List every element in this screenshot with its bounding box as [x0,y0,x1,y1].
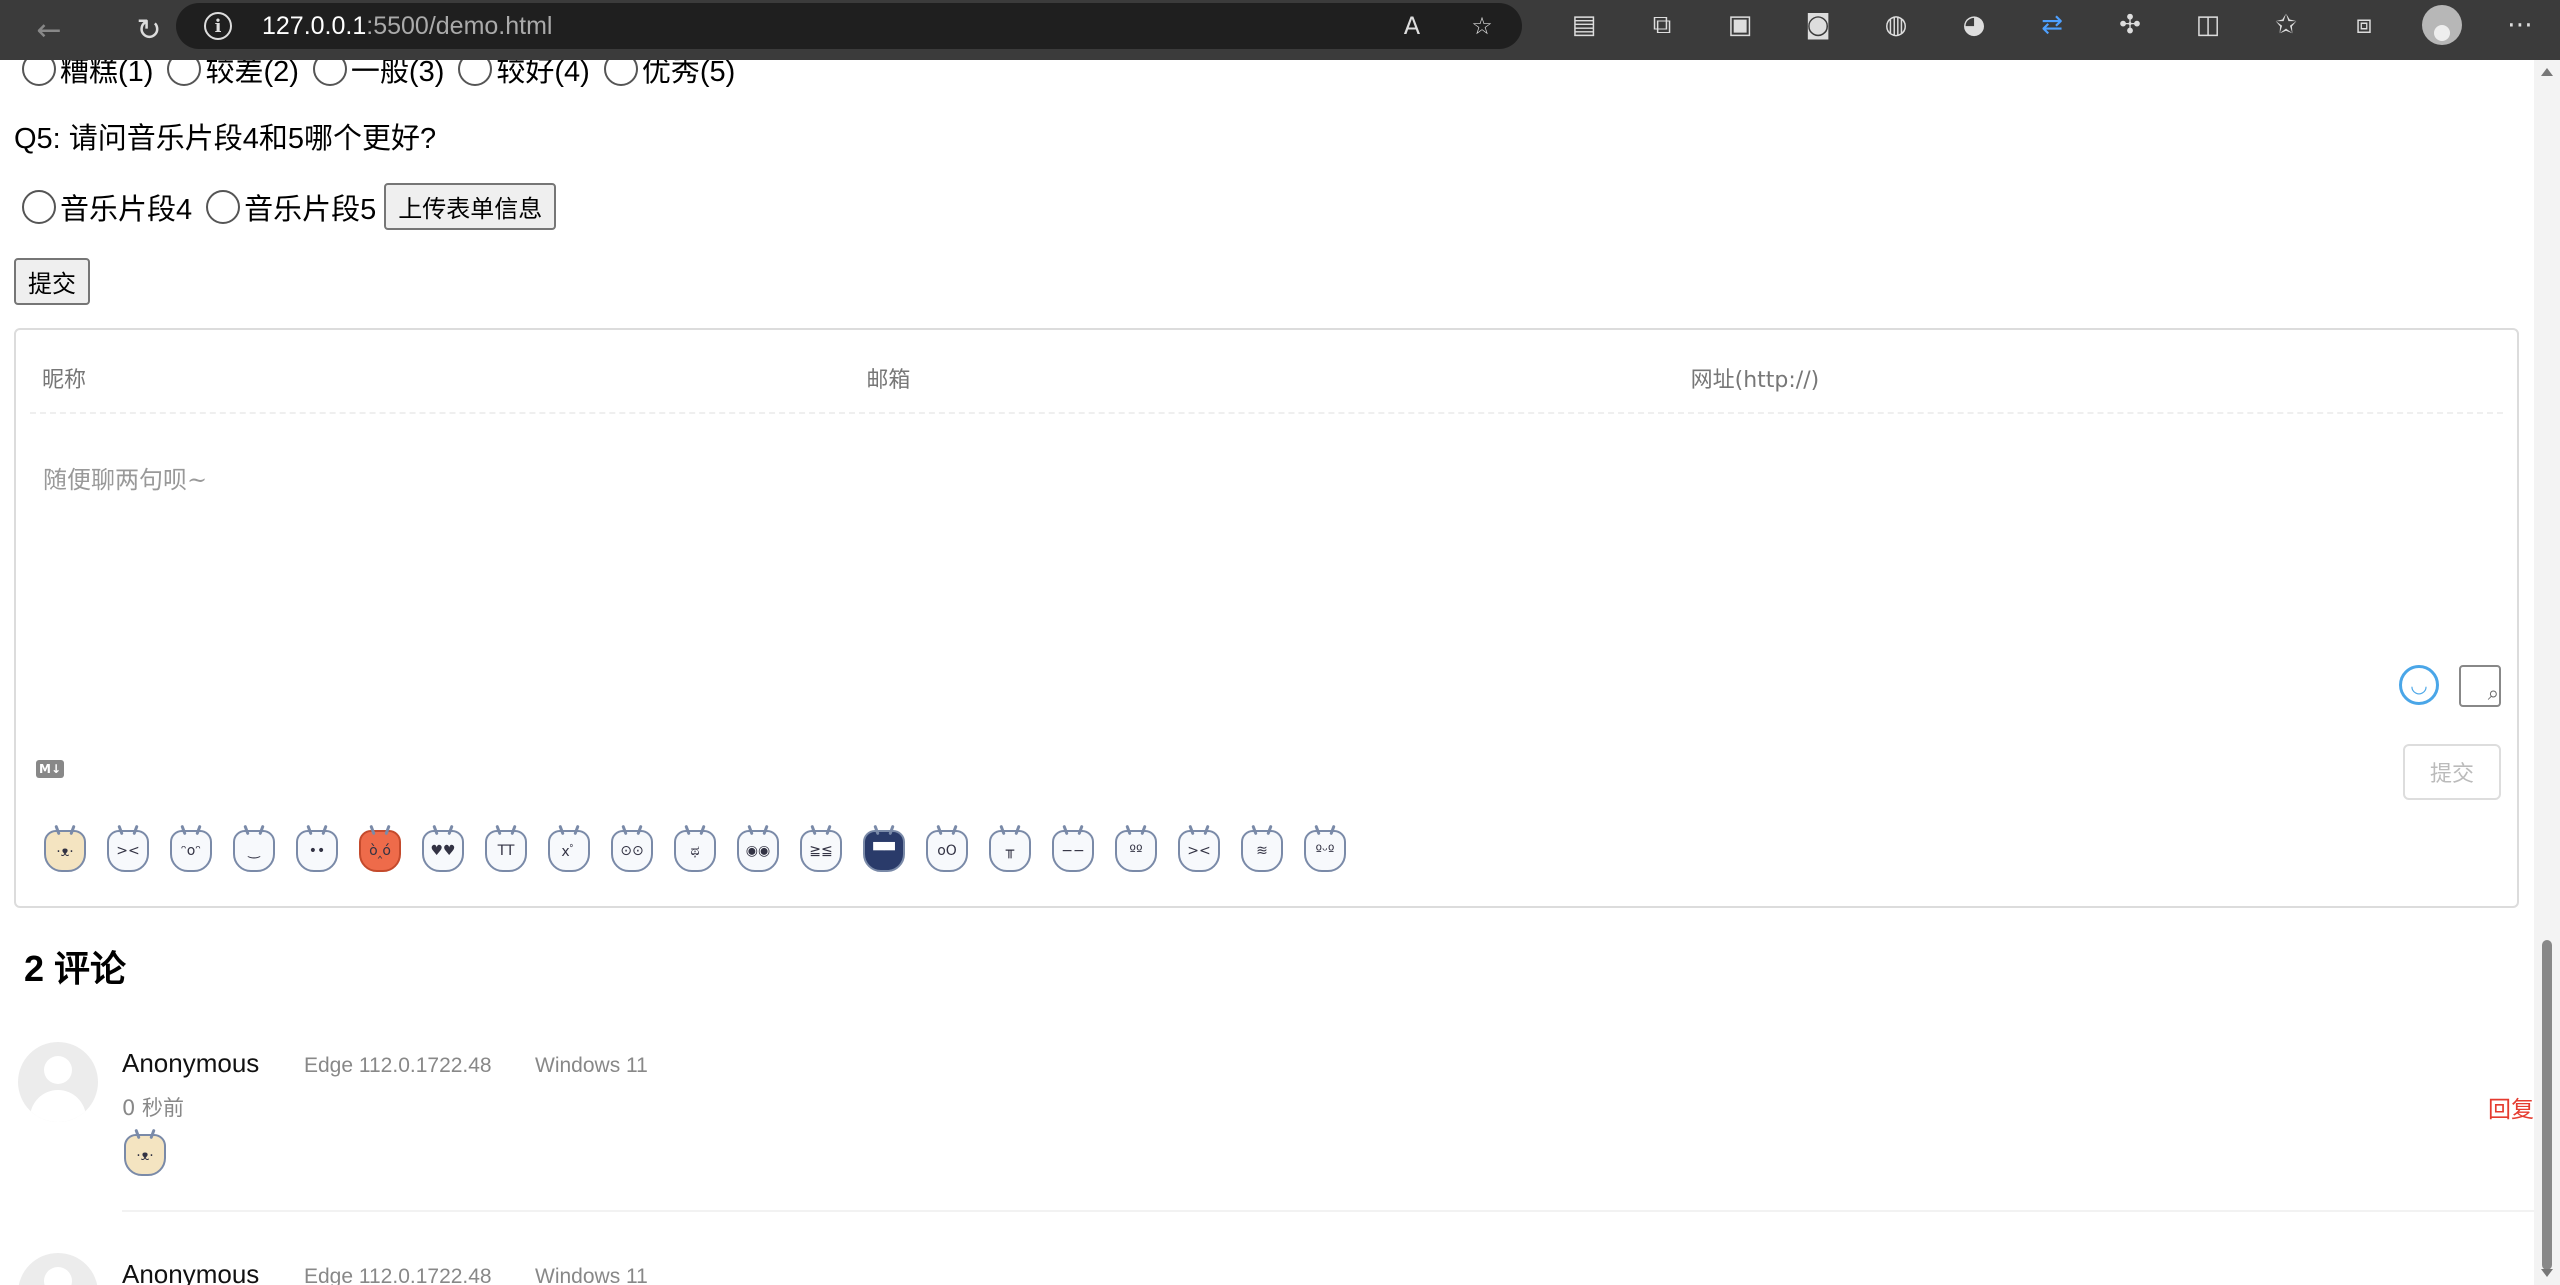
q4-radio-4[interactable] [458,60,493,86]
comment-count: 2 评论 [24,948,127,989]
site-info-icon[interactable]: i [204,12,232,40]
q4-option-label: 一般(3) [350,60,445,88]
comment-textarea[interactable]: 随便聊两句呗~ [43,460,207,495]
url-host: 127.0.0.1 [262,11,367,40]
emoji-icon[interactable]: ‿ [233,830,275,872]
q5-option-label: 音乐片段5 [244,193,377,226]
comment-browser-badge: Edge 112.0.1722.48 [304,1265,492,1285]
emoji-icon[interactable]: ·ᴥ· [44,830,86,872]
emoji-icon[interactable]: ♥♥ [422,830,464,872]
extension-mask-icon[interactable]: ◙ [1798,5,1838,45]
comment-nick: Anonymous [122,1048,260,1078]
comment-os-badge: Windows 11 [535,1054,648,1077]
comment-meta-fields: 昵称 邮箱 网址(http://) [30,344,2503,414]
favorites-icon[interactable]: ✩ [2266,5,2306,45]
nickname-input[interactable]: 昵称 [30,344,854,412]
address-bar[interactable]: i 127.0.0.1:5500/demo.html A ☆ [176,3,1522,49]
comment-item: Anonymous Edge 112.0.1722.48 Windows 11 [16,1253,2534,1285]
url-path: :5500/demo.html [366,11,553,40]
website-input[interactable]: 网址(http://) [1679,344,2503,412]
markdown-icon: M↓ [36,760,64,778]
q4-option-label: 优秀(5) [641,60,736,88]
submit-button[interactable]: 提交 [14,258,90,305]
emoji-list: ·ᴥ· >< ᵔoᵔ ‿ •• ò‸ó ♥♥ TT xﾟ ⊙⊙ ಥ ◉◉ ≧≦ … [44,830,1346,872]
comment-emoji-icon: ·ᴥ· [124,1134,166,1176]
collections-icon[interactable]: ⧈ [2344,5,2384,45]
more-menu-icon[interactable]: ⋯ [2500,5,2540,45]
q4-option-label: 较差(2) [205,60,299,88]
page-icon[interactable]: ▤ [1564,5,1604,45]
emoji-icon[interactable]: ºº [1115,830,1157,872]
emoji-icon[interactable]: −− [1052,830,1094,872]
profile-avatar-icon[interactable] [2422,5,2462,45]
refresh-icon[interactable]: ↻ [124,5,174,55]
emoji-icon[interactable]: TT [485,830,527,872]
divider [122,1210,2534,1212]
emoji-icon[interactable]: >< [1178,830,1220,872]
comment-browser-badge: Edge 112.0.1722.48 [304,1054,492,1077]
comment-nick: Anonymous [122,1259,260,1285]
save-icon[interactable]: ▣ [1720,5,1760,45]
emoji-icon[interactable]: ≋ [1241,830,1283,872]
copy-page-icon[interactable]: ⧉ [1642,5,1682,45]
page-scrollbar[interactable] [2534,60,2560,1285]
emoji-icon[interactable]: >< [107,830,149,872]
q4-radio-3[interactable] [312,60,347,86]
comment-submit-button[interactable]: 提交 [2403,744,2501,800]
emoji-icon[interactable]: ◉◉ [737,830,779,872]
emoji-icon[interactable]: ≧≦ [800,830,842,872]
q5-radio-clip5[interactable] [206,189,241,224]
read-aloud-icon[interactable]: A [1392,6,1432,46]
emoji-icon[interactable]: ಥ [674,830,716,872]
q5-options: 音乐片段4 音乐片段5 上传表单信息 [22,183,557,230]
q4-option-label: 糟糕(1) [60,60,154,88]
emoji-picker-icon[interactable]: ◡ [2399,665,2439,705]
scroll-up-icon[interactable] [2541,68,2553,76]
split-screen-icon[interactable]: ◫ [2188,5,2228,45]
q4-radio-1[interactable] [22,60,56,86]
comment-os-badge: Windows 11 [535,1265,648,1285]
scrollbar-thumb[interactable] [2542,940,2552,1270]
email-input[interactable]: 邮箱 [854,344,1678,412]
browser-toolbar: ← ↻ i 127.0.0.1:5500/demo.html A ☆ ▤ ⧉ ▣… [0,0,2560,60]
emoji-icon[interactable]: ᵔoᵔ [170,830,212,872]
q5-title: Q5: 请问音乐片段4和5哪个更好? [14,123,437,155]
extension-globe-icon[interactable]: ◍ [1876,5,1916,45]
q4-option-label: 较好(4) [496,60,590,88]
avatar [18,1042,98,1122]
url-text[interactable]: 127.0.0.1:5500/demo.html [262,12,552,41]
preview-icon[interactable]: ⌕ [2459,665,2501,707]
q5-option-label: 音乐片段4 [60,193,193,226]
avatar [18,1253,98,1285]
scroll-down-icon[interactable] [2541,1269,2553,1277]
q5-radio-clip4[interactable] [22,189,56,224]
emoji-icon[interactable]: oO [926,830,968,872]
sync-icon[interactable]: ⇄ [2032,5,2072,45]
upload-form-button[interactable]: 上传表单信息 [384,183,557,230]
comment-time: 0 秒前 [122,1096,185,1120]
emoji-icon[interactable]: ▀▀ [863,830,905,872]
page-content: 糟糕(1) 较差(2) 一般(3) 较好(4) 优秀(5) Q5: 请问音乐片段… [0,60,2534,1285]
emoji-icon[interactable]: •• [296,830,338,872]
extensions-puzzle-icon[interactable]: ✣ [2110,5,2150,45]
emoji-icon[interactable]: ⊙⊙ [611,830,653,872]
comment-item: Anonymous Edge 112.0.1722.48 Windows 11 … [16,1042,2534,1222]
emoji-icon[interactable]: ò‸ó [359,830,401,872]
comment-form: 昵称 邮箱 网址(http://) 随便聊两句呗~ ◡ ⌕ M↓ 提交 ·ᴥ· … [14,328,2519,908]
reply-link[interactable]: 回复 [2488,1090,2534,1124]
extension-avatar-icon[interactable]: ◕ [1954,5,1994,45]
q4-radio-5[interactable] [603,60,638,86]
add-favorite-icon[interactable]: ☆ [1462,6,1502,46]
emoji-icon[interactable]: ╥ [989,830,1031,872]
q4-options: 糟糕(1) 较差(2) 一般(3) 较好(4) 优秀(5) [22,60,749,90]
emoji-icon[interactable]: ºᵕº [1304,830,1346,872]
q4-radio-2[interactable] [167,60,202,86]
back-arrow-icon[interactable]: ← [24,5,74,55]
emoji-icon[interactable]: xﾟ [548,830,590,872]
